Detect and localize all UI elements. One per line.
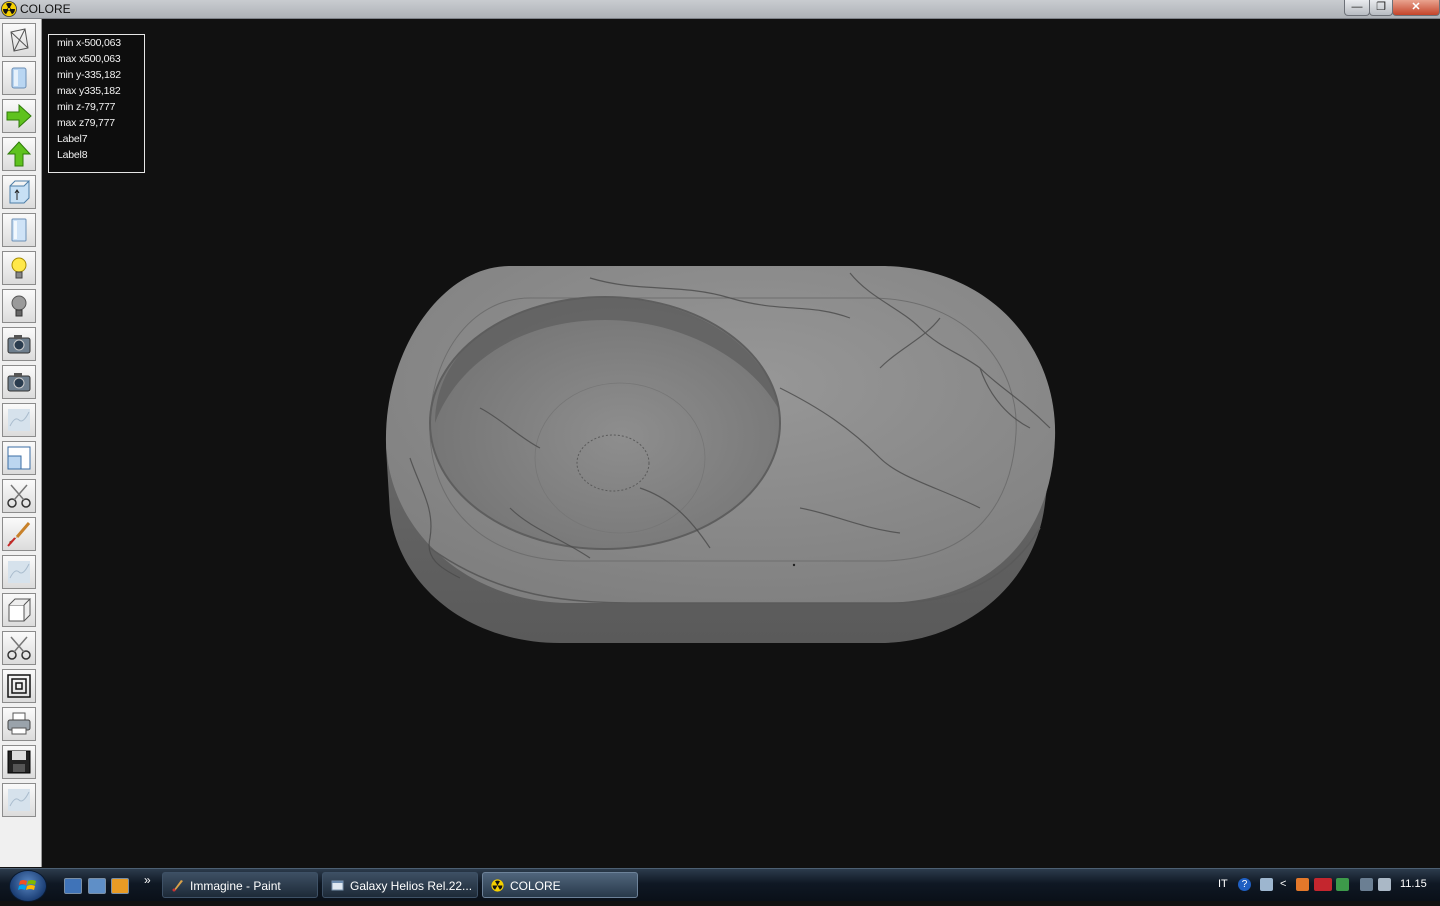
- window-title: COLORE: [20, 2, 71, 16]
- label7: Label7: [57, 133, 88, 145]
- radiation-icon: [491, 879, 504, 892]
- marble-texture-3-icon: [8, 789, 30, 811]
- min-z-label: min z-79,777: [57, 101, 116, 113]
- taskbar: » Immagine - Paint Galaxy Helios Rel.22.…: [0, 868, 1440, 902]
- tray-app-icon[interactable]: [1336, 878, 1349, 891]
- ati-icon[interactable]: [1314, 878, 1332, 891]
- marble-texture-button[interactable]: [2, 403, 36, 437]
- restore-button[interactable]: ❐: [1369, 0, 1393, 16]
- surface-dot: [792, 563, 796, 567]
- arrow-right-button[interactable]: [2, 99, 36, 133]
- brush-icon: [7, 522, 31, 547]
- printer-icon: [7, 712, 31, 735]
- volume-icon[interactable]: [1378, 878, 1391, 891]
- min-y-label: min y-335,182: [57, 69, 121, 81]
- max-y-label: max y335,182: [57, 85, 121, 97]
- printer-button[interactable]: [2, 707, 36, 741]
- extrude-icon: [9, 179, 30, 204]
- panel-view-icon: [11, 218, 27, 242]
- scissors-icon: [7, 484, 31, 508]
- media-player-icon[interactable]: [111, 878, 129, 894]
- light-off-button[interactable]: [2, 289, 36, 323]
- start-button[interactable]: [9, 870, 47, 902]
- light-off-icon: [11, 295, 27, 317]
- camera-2-button[interactable]: [2, 365, 36, 399]
- scissors-button[interactable]: [2, 479, 36, 513]
- tray-expand-arrow[interactable]: <: [1280, 878, 1286, 890]
- wireframe-button[interactable]: [2, 23, 36, 57]
- solid-view-button[interactable]: [2, 61, 36, 95]
- arrow-right-icon: [6, 103, 32, 129]
- max-z-label: max z79,777: [57, 117, 115, 129]
- taskbar-button-label: Galaxy Helios Rel.22...: [350, 879, 473, 893]
- title-bar[interactable]: COLORE — ❐ ✕: [0, 0, 1440, 19]
- taskbar-button-label: Immagine - Paint: [190, 879, 281, 893]
- window-app-icon: [331, 880, 344, 891]
- radiation-icon: [1, 1, 17, 17]
- marble-texture-icon: [8, 409, 30, 431]
- marble-tray-model[interactable]: [380, 258, 1060, 650]
- brush-button[interactable]: [2, 517, 36, 551]
- nested-squares-icon: [7, 674, 31, 698]
- camera-button[interactable]: [2, 327, 36, 361]
- light-on-icon: [11, 257, 27, 279]
- quicklaunch-chevron[interactable]: »: [144, 873, 151, 887]
- panel-view-button[interactable]: [2, 213, 36, 247]
- close-button[interactable]: ✕: [1392, 0, 1440, 16]
- box-button[interactable]: [2, 593, 36, 627]
- switch-windows-icon[interactable]: [88, 878, 106, 894]
- min-x-label: min x-500,063: [57, 37, 121, 49]
- marble-texture-3-button[interactable]: [2, 783, 36, 817]
- language-indicator[interactable]: IT: [1218, 878, 1228, 890]
- help-icon[interactable]: ?: [1238, 878, 1251, 891]
- security-icon[interactable]: [1296, 878, 1309, 891]
- marble-texture-2-button[interactable]: [2, 555, 36, 589]
- left-toolbar: [0, 19, 42, 867]
- system-tray: IT ? < 11.15: [1210, 869, 1440, 901]
- camera-icon: [7, 335, 31, 354]
- save-icon: [7, 750, 31, 774]
- extrude-button[interactable]: [2, 175, 36, 209]
- arrow-up-icon: [6, 141, 32, 167]
- taskbar-button-galaxy-helios[interactable]: Galaxy Helios Rel.22...: [322, 872, 478, 898]
- solid-view-icon: [11, 67, 27, 89]
- box-icon: [8, 598, 32, 622]
- taskbar-button-paint[interactable]: Immagine - Paint: [162, 872, 318, 898]
- nested-squares-button[interactable]: [2, 669, 36, 703]
- max-x-label: max x500,063: [57, 53, 121, 65]
- taskbar-button-label: COLORE: [510, 879, 561, 893]
- show-desktop-icon[interactable]: [64, 878, 82, 894]
- bounds-info-box: min x-500,063 max x500,063 min y-335,182…: [48, 34, 145, 173]
- display-icon[interactable]: [1360, 878, 1373, 891]
- split-view-icon: [7, 446, 31, 470]
- scissors-2-button[interactable]: [2, 631, 36, 665]
- minimize-button[interactable]: —: [1344, 0, 1370, 16]
- camera-2-icon: [7, 373, 31, 392]
- clock[interactable]: 11.15: [1400, 878, 1427, 890]
- split-view-button[interactable]: [2, 441, 36, 475]
- light-on-button[interactable]: [2, 251, 36, 285]
- network-icon[interactable]: [1260, 878, 1273, 891]
- scissors-2-icon: [7, 636, 31, 660]
- taskbar-button-colore[interactable]: COLORE: [482, 872, 638, 898]
- arrow-up-button[interactable]: [2, 137, 36, 171]
- label8: Label8: [57, 149, 88, 161]
- marble-texture-2-icon: [8, 561, 30, 583]
- paint-icon: [172, 880, 183, 892]
- windows-logo-icon: [18, 880, 36, 890]
- wireframe-icon: [10, 28, 29, 52]
- save-button[interactable]: [2, 745, 36, 779]
